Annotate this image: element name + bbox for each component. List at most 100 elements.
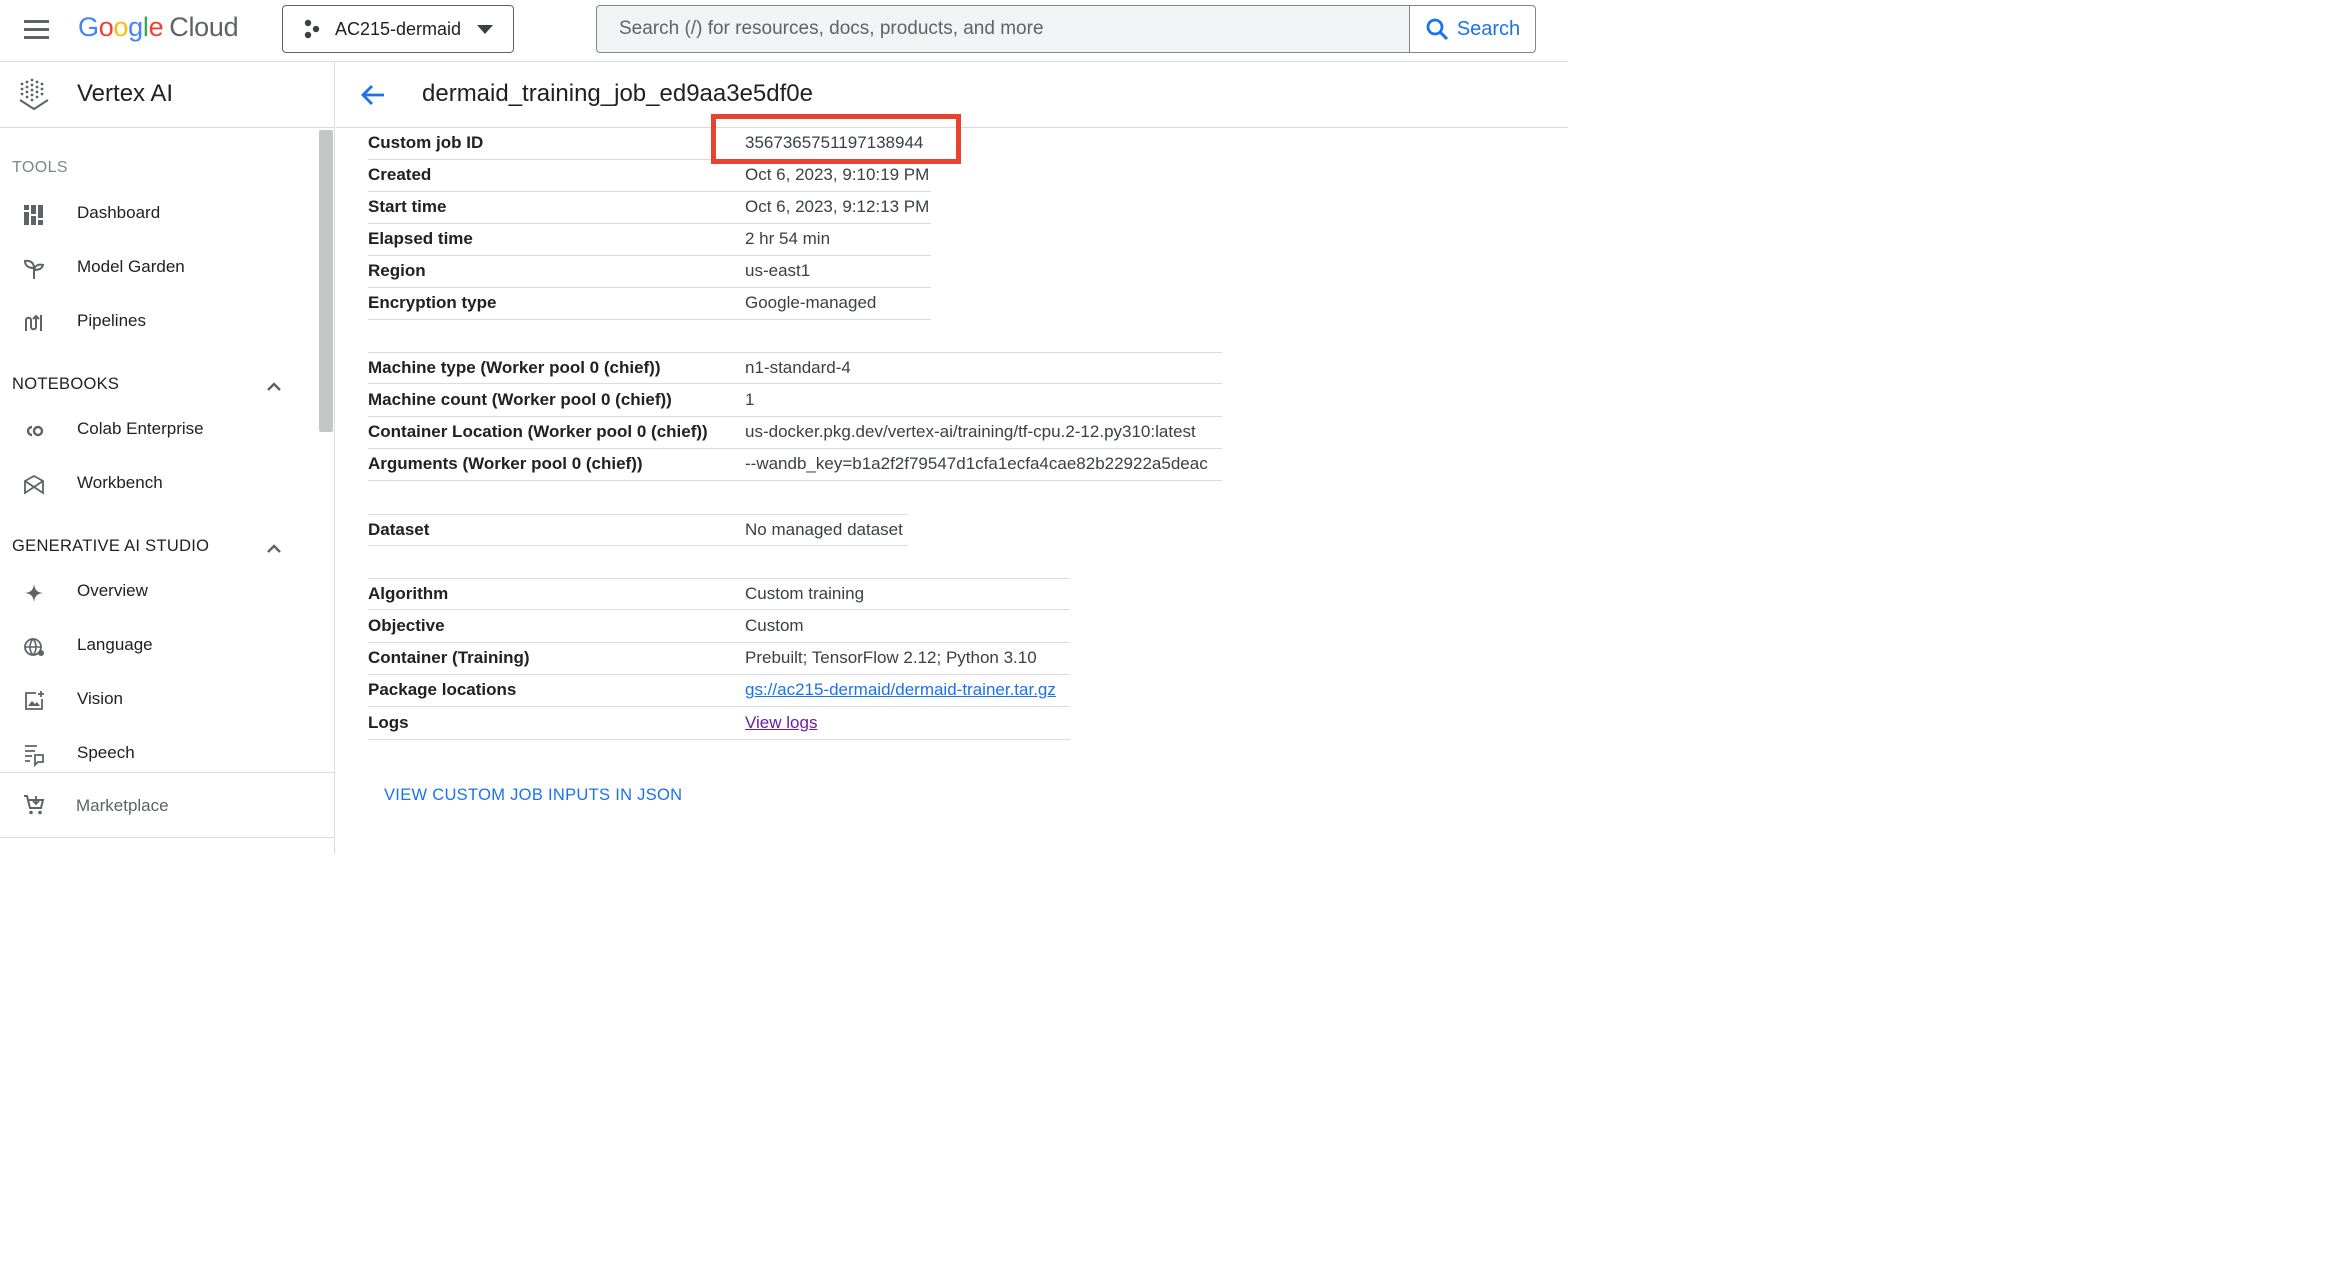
project-icon	[304, 19, 320, 39]
cart-icon	[24, 795, 45, 815]
vertex-ai-logo-icon	[19, 78, 49, 111]
detail-value: Custom	[745, 616, 804, 635]
detail-value: 2 hr 54 min	[745, 229, 831, 248]
detail-value: us-east1	[745, 261, 811, 280]
detail-key: Machine count (Worker pool 0 (chief))	[368, 390, 672, 409]
sidebar-item-label: Colab Enterprise	[77, 419, 204, 438]
sidebar-item-label: Overview	[77, 581, 148, 600]
detail-row-dataset: Dataset No managed dataset	[368, 514, 908, 546]
package-location-link[interactable]: gs://ac215-dermaid/dermaid-trainer.tar.g…	[745, 680, 1056, 700]
detail-key: Region	[368, 261, 426, 280]
section-label-tools: TOOLS	[12, 159, 68, 176]
detail-key: Objective	[368, 616, 445, 635]
detail-value: --wandb_key=b1a2f2f79547d1cfa1ecfa4cae82…	[745, 454, 1208, 473]
project-name: AC215-dermaid	[335, 18, 462, 39]
search-button-label: Search	[1456, 17, 1521, 40]
main-menu-icon[interactable]	[24, 20, 49, 40]
sidebar-item-speech[interactable]: Speech	[0, 731, 318, 772]
sidebar-item-label: Workbench	[77, 473, 163, 492]
sidebar-item-dashboard[interactable]: Dashboard	[0, 191, 318, 237]
detail-row-region: Region us-east1	[368, 256, 931, 288]
sidebar-item-model-garden[interactable]: Model Garden	[0, 245, 318, 291]
page-title: dermaid_training_job_ed9aa3e5df0e	[422, 80, 813, 107]
sidebar-item-label: Dashboard	[77, 203, 161, 222]
detail-key: Dataset	[368, 520, 430, 539]
sidebar-item-label: Language	[77, 635, 153, 654]
chevron-down-icon	[477, 25, 493, 34]
detail-row-container-location: Container Location (Worker pool 0 (chief…	[368, 417, 1222, 449]
highlight-box	[711, 114, 961, 164]
sidebar-item-language[interactable]: Language	[0, 623, 318, 669]
detail-value: n1-standard-4	[745, 358, 851, 377]
sidebar-item-label: Speech	[77, 743, 135, 762]
sidebar-item-colab-enterprise[interactable]: Colab Enterprise	[0, 407, 318, 453]
detail-key: Algorithm	[368, 584, 449, 603]
sidebar-item-overview[interactable]: Overview	[0, 569, 318, 615]
detail-row-elapsed-time: Elapsed time 2 hr 54 min	[368, 224, 931, 256]
detail-row-created: Created Oct 6, 2023, 9:10:19 PM	[368, 160, 931, 192]
sprout-icon	[23, 259, 45, 279]
top-bar: Google Cloud AC215-dermaid Search	[0, 0, 1568, 62]
detail-row-encryption-type: Encryption type Google-managed	[368, 288, 931, 320]
search-input[interactable]	[597, 6, 1410, 52]
google-cloud-logo[interactable]: Google Cloud	[78, 12, 239, 43]
detail-key: Created	[368, 165, 432, 184]
workbench-icon	[24, 474, 44, 495]
detail-value: Custom training	[745, 584, 865, 603]
detail-row-arguments: Arguments (Worker pool 0 (chief)) --wand…	[368, 449, 1222, 481]
section-header-generative-ai-studio[interactable]: GENERATIVE AI STUDIO	[12, 537, 209, 556]
sidebar-item-label: Vision	[77, 689, 123, 708]
section-header-notebooks[interactable]: NOTEBOOKS	[12, 375, 119, 394]
detail-key: Elapsed time	[368, 229, 473, 248]
detail-value: us-docker.pkg.dev/vertex-ai/training/tf-…	[745, 422, 1196, 441]
detail-key: Custom job ID	[368, 133, 484, 152]
sidebar-item-label: Pipelines	[77, 311, 146, 330]
detail-value: Oct 6, 2023, 9:10:19 PM	[745, 165, 930, 184]
detail-key: Machine type (Worker pool 0 (chief))	[368, 358, 661, 377]
sidebar-scrollbar[interactable]	[319, 130, 333, 432]
sidebar-item-vision[interactable]: Vision	[0, 677, 318, 723]
detail-value: Prebuilt; TensorFlow 2.12; Python 3.10	[745, 648, 1037, 667]
detail-row-objective: Objective Custom	[368, 611, 1070, 643]
view-logs-link[interactable]: View logs	[745, 713, 817, 733]
detail-key: Container (Training)	[368, 648, 530, 667]
detail-value: No managed dataset	[745, 520, 903, 539]
detail-row-package-locations: Package locations gs://ac215-dermaid/der…	[368, 675, 1070, 707]
detail-row-logs: Logs View logs	[368, 708, 1070, 740]
chevron-up-icon[interactable]	[266, 381, 282, 391]
main-content: dermaid_training_job_ed9aa3e5df0e Custom…	[336, 62, 1568, 854]
search-button[interactable]: Search	[1409, 6, 1535, 52]
language-icon	[24, 638, 44, 656]
detail-key: Start time	[368, 197, 447, 216]
product-title: Vertex AI	[77, 80, 174, 107]
detail-key: Encryption type	[368, 293, 497, 312]
product-header: Vertex AI	[0, 62, 334, 128]
sidebar-nav: TOOLS Dashboard Model Garden Pipelines N…	[0, 129, 334, 772]
back-arrow-icon[interactable]	[360, 82, 386, 108]
sidebar-item-marketplace[interactable]: Marketplace	[0, 772, 334, 838]
detail-value: Google-managed	[745, 293, 877, 312]
detail-key: Container Location (Worker pool 0 (chief…	[368, 422, 708, 441]
detail-row-machine-type: Machine type (Worker pool 0 (chief)) n1-…	[368, 352, 1222, 384]
detail-row-machine-count: Machine count (Worker pool 0 (chief)) 1	[368, 385, 1222, 417]
speech-icon	[25, 745, 44, 767]
project-picker[interactable]: AC215-dermaid	[282, 5, 514, 53]
detail-row-start-time: Start time Oct 6, 2023, 9:12:13 PM	[368, 192, 931, 224]
detail-key: Logs	[368, 713, 409, 732]
vision-icon	[25, 691, 44, 710]
sidebar: Vertex AI TOOLS Dashboard Model Garden P…	[0, 62, 335, 854]
sidebar-item-workbench[interactable]: Workbench	[0, 461, 318, 507]
sparkle-icon	[25, 584, 43, 602]
detail-row-container-training: Container (Training) Prebuilt; TensorFlo…	[368, 643, 1070, 675]
sidebar-item-pipelines[interactable]: Pipelines	[0, 299, 318, 345]
chevron-up-icon[interactable]	[266, 543, 282, 553]
view-json-button[interactable]: VIEW CUSTOM JOB INPUTS IN JSON	[384, 786, 682, 805]
colab-icon	[26, 425, 44, 437]
pipelines-icon	[25, 314, 42, 331]
detail-row-algorithm: Algorithm Custom training	[368, 578, 1070, 610]
dashboard-icon	[24, 205, 43, 225]
search-icon	[1426, 18, 1448, 41]
detail-key: Package locations	[368, 680, 517, 699]
search-box: Search	[596, 5, 1536, 53]
detail-key: Arguments (Worker pool 0 (chief))	[368, 454, 643, 473]
